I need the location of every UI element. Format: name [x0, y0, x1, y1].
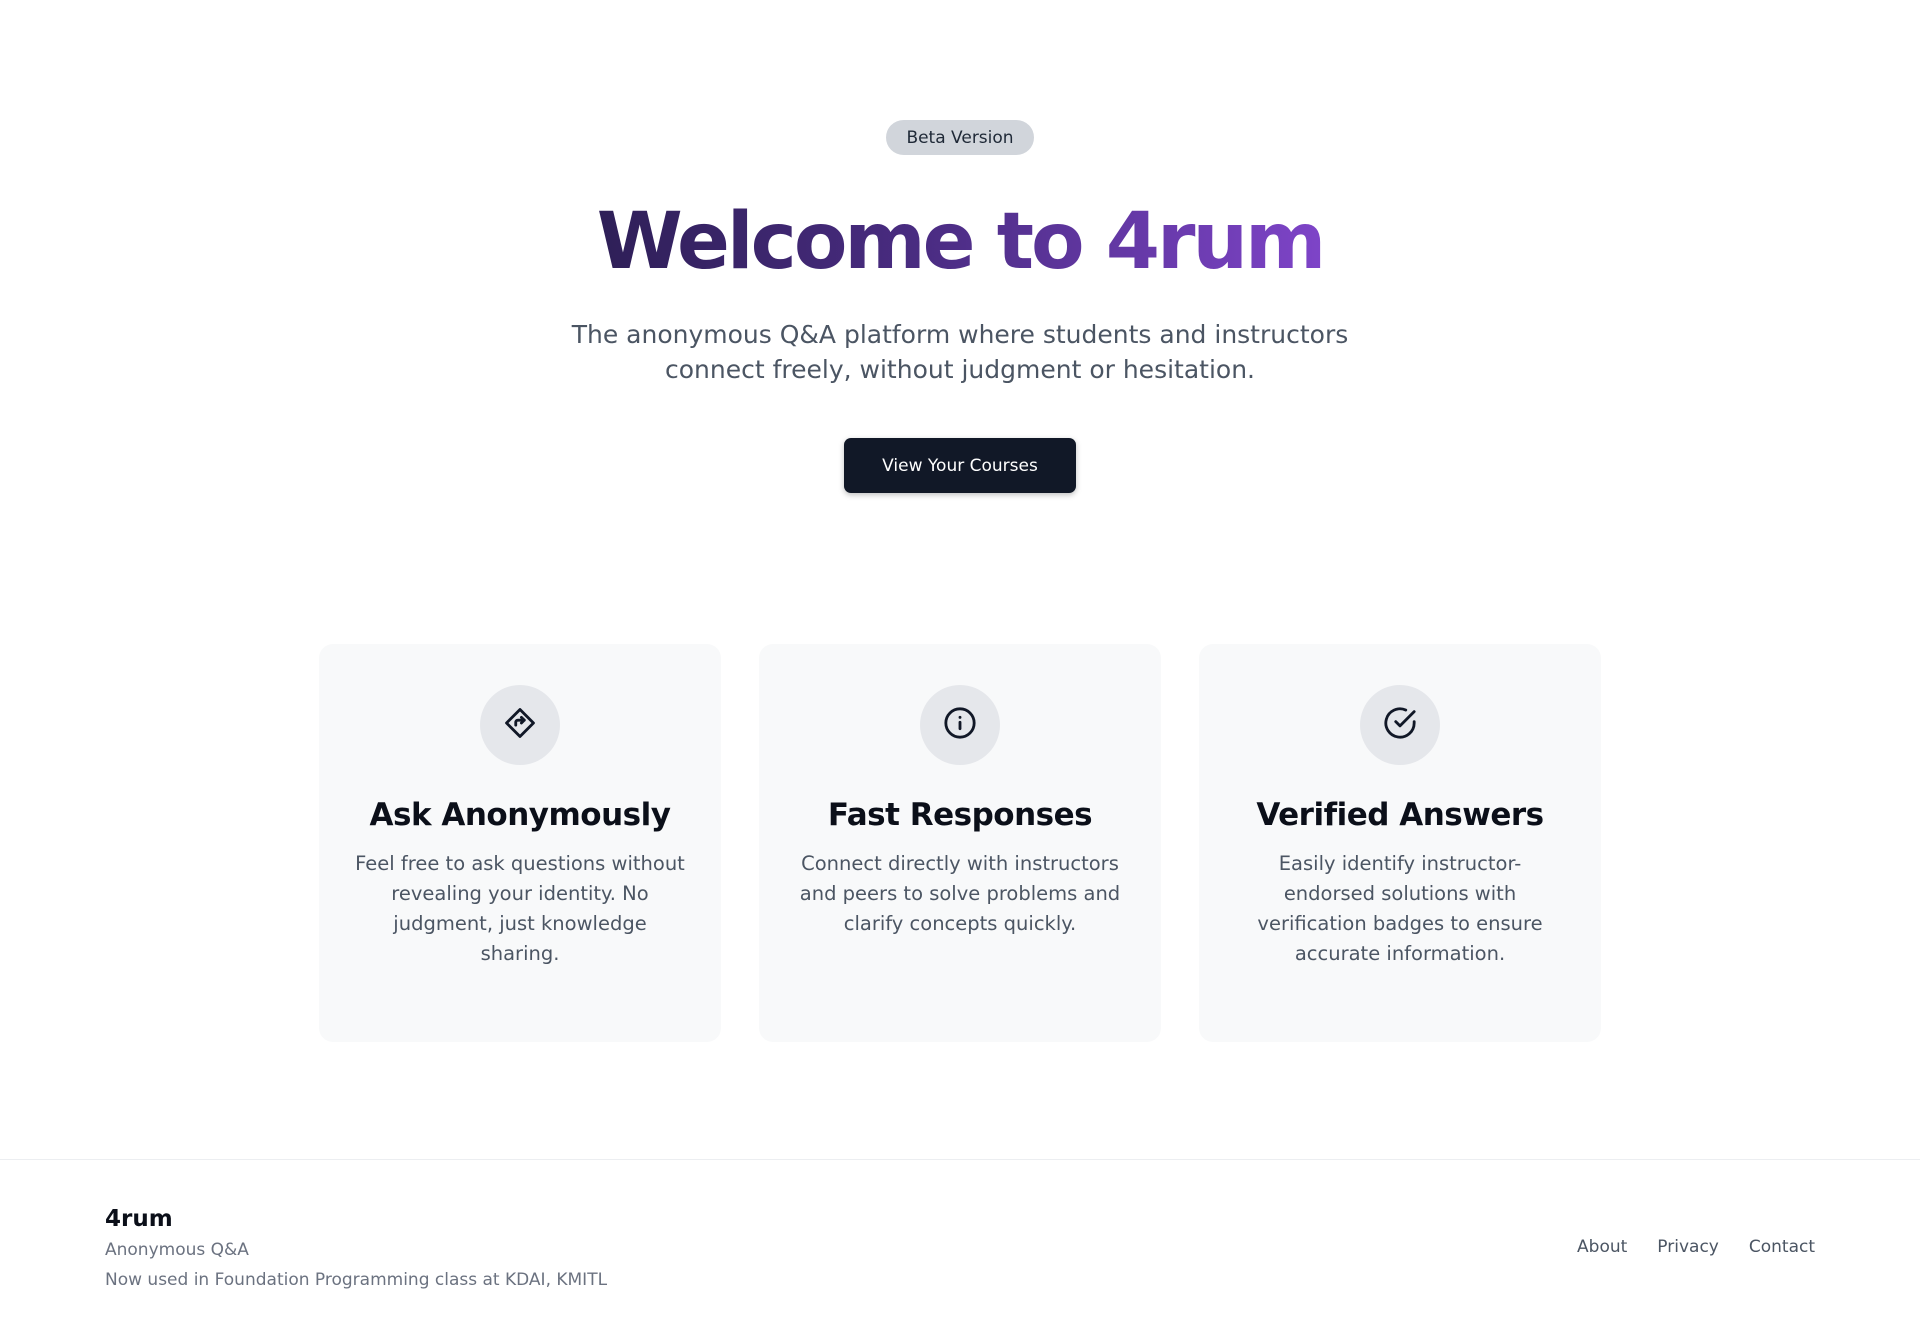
feature-title: Verified Answers	[1256, 797, 1544, 833]
feature-card-verified-answers: Verified Answers Easily identify instruc…	[1199, 644, 1601, 1042]
footer-links: About Privacy Contact	[1577, 1237, 1815, 1257]
footer-tagline: Anonymous Q&A	[105, 1240, 249, 1260]
feature-icon-container	[1360, 685, 1440, 765]
footer-link-contact[interactable]: Contact	[1749, 1237, 1815, 1257]
feature-card-ask-anonymously: Ask Anonymously Feel free to ask questio…	[319, 644, 721, 1042]
footer-note: Now used in Foundation Programming class…	[105, 1270, 608, 1290]
hero-subtitle: The anonymous Q&A platform where student…	[571, 320, 1349, 384]
footer-link-privacy[interactable]: Privacy	[1657, 1237, 1719, 1257]
footer-brand: 4rum	[105, 1206, 173, 1232]
beta-badge: Beta Version	[886, 120, 1034, 155]
feature-title: Ask Anonymously	[369, 797, 671, 833]
feature-card-fast-responses: Fast Responses Connect directly with ins…	[759, 644, 1161, 1042]
diamond-arrow-icon	[503, 706, 537, 744]
feature-icon-container	[480, 685, 560, 765]
feature-description: Easily identify instructor-endorsed solu…	[1257, 852, 1543, 965]
info-icon	[943, 706, 977, 744]
footer-link-about[interactable]: About	[1577, 1237, 1627, 1257]
feature-title: Fast Responses	[827, 797, 1093, 833]
landing-page: Beta Version Welcome to 4rum The anonymo…	[0, 0, 1920, 1331]
check-circle-icon	[1383, 706, 1417, 744]
feature-description: Connect directly with instructors and pe…	[799, 852, 1121, 935]
features-section: Ask Anonymously Feel free to ask questio…	[319, 644, 1601, 1042]
feature-icon-container	[920, 685, 1000, 765]
hero-section: Beta Version Welcome to 4rum The anonymo…	[0, 0, 1920, 493]
page-title: Welcome to 4rum	[596, 197, 1327, 287]
footer: 4rum Anonymous Q&A Now used in Foundatio…	[0, 1159, 1920, 1331]
feature-description: Feel free to ask questions without revea…	[355, 852, 685, 965]
view-courses-button[interactable]: View Your Courses	[844, 438, 1076, 493]
